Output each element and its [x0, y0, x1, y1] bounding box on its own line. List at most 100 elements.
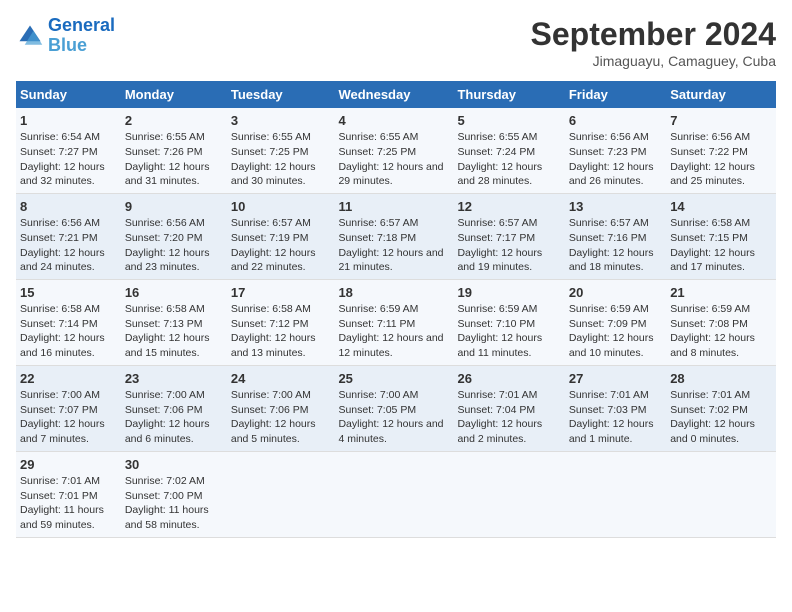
col-header-saturday: Saturday — [666, 81, 776, 108]
day-cell: 6Sunrise: 6:56 AMSunset: 7:23 PMDaylight… — [565, 108, 666, 193]
sunrise-info: Sunrise: 7:01 AMSunset: 7:01 PMDaylight:… — [20, 475, 104, 531]
day-cell: 12Sunrise: 6:57 AMSunset: 7:17 PMDayligh… — [453, 193, 564, 279]
day-number: 14 — [670, 198, 772, 216]
calendar-table: SundayMondayTuesdayWednesdayThursdayFrid… — [16, 81, 776, 538]
col-header-wednesday: Wednesday — [334, 81, 453, 108]
day-number: 7 — [670, 112, 772, 130]
day-cell — [666, 451, 776, 537]
day-cell: 26Sunrise: 7:01 AMSunset: 7:04 PMDayligh… — [453, 365, 564, 451]
day-number: 30 — [125, 456, 223, 474]
day-cell — [334, 451, 453, 537]
day-cell: 2Sunrise: 6:55 AMSunset: 7:26 PMDaylight… — [121, 108, 227, 193]
day-cell: 25Sunrise: 7:00 AMSunset: 7:05 PMDayligh… — [334, 365, 453, 451]
day-number: 17 — [231, 284, 331, 302]
sunrise-info: Sunrise: 6:54 AMSunset: 7:27 PMDaylight:… — [20, 131, 105, 187]
day-number: 15 — [20, 284, 117, 302]
day-cell — [453, 451, 564, 537]
week-row-4: 22Sunrise: 7:00 AMSunset: 7:07 PMDayligh… — [16, 365, 776, 451]
day-number: 18 — [338, 284, 449, 302]
day-number: 26 — [457, 370, 560, 388]
sunrise-info: Sunrise: 7:02 AMSunset: 7:00 PMDaylight:… — [125, 475, 209, 531]
col-header-monday: Monday — [121, 81, 227, 108]
day-cell: 3Sunrise: 6:55 AMSunset: 7:25 PMDaylight… — [227, 108, 335, 193]
day-cell: 20Sunrise: 6:59 AMSunset: 7:09 PMDayligh… — [565, 279, 666, 365]
day-cell: 5Sunrise: 6:55 AMSunset: 7:24 PMDaylight… — [453, 108, 564, 193]
day-number: 13 — [569, 198, 662, 216]
week-row-2: 8Sunrise: 6:56 AMSunset: 7:21 PMDaylight… — [16, 193, 776, 279]
day-cell: 21Sunrise: 6:59 AMSunset: 7:08 PMDayligh… — [666, 279, 776, 365]
day-cell: 30Sunrise: 7:02 AMSunset: 7:00 PMDayligh… — [121, 451, 227, 537]
logo-icon — [16, 22, 44, 50]
sunrise-info: Sunrise: 7:00 AMSunset: 7:06 PMDaylight:… — [125, 389, 210, 445]
sunrise-info: Sunrise: 6:58 AMSunset: 7:12 PMDaylight:… — [231, 303, 316, 359]
day-cell: 7Sunrise: 6:56 AMSunset: 7:22 PMDaylight… — [666, 108, 776, 193]
col-header-tuesday: Tuesday — [227, 81, 335, 108]
day-number: 28 — [670, 370, 772, 388]
sunrise-info: Sunrise: 6:55 AMSunset: 7:25 PMDaylight:… — [338, 131, 443, 187]
day-cell: 18Sunrise: 6:59 AMSunset: 7:11 PMDayligh… — [334, 279, 453, 365]
day-cell: 9Sunrise: 6:56 AMSunset: 7:20 PMDaylight… — [121, 193, 227, 279]
day-cell: 22Sunrise: 7:00 AMSunset: 7:07 PMDayligh… — [16, 365, 121, 451]
day-number: 4 — [338, 112, 449, 130]
day-number: 23 — [125, 370, 223, 388]
day-cell: 1Sunrise: 6:54 AMSunset: 7:27 PMDaylight… — [16, 108, 121, 193]
sunrise-info: Sunrise: 7:00 AMSunset: 7:06 PMDaylight:… — [231, 389, 316, 445]
day-number: 20 — [569, 284, 662, 302]
day-cell: 8Sunrise: 6:56 AMSunset: 7:21 PMDaylight… — [16, 193, 121, 279]
day-number: 25 — [338, 370, 449, 388]
sunrise-info: Sunrise: 6:56 AMSunset: 7:23 PMDaylight:… — [569, 131, 654, 187]
day-cell — [227, 451, 335, 537]
day-cell: 28Sunrise: 7:01 AMSunset: 7:02 PMDayligh… — [666, 365, 776, 451]
sunrise-info: Sunrise: 7:00 AMSunset: 7:07 PMDaylight:… — [20, 389, 105, 445]
day-number: 16 — [125, 284, 223, 302]
day-cell: 11Sunrise: 6:57 AMSunset: 7:18 PMDayligh… — [334, 193, 453, 279]
day-number: 5 — [457, 112, 560, 130]
day-number: 29 — [20, 456, 117, 474]
sunrise-info: Sunrise: 6:57 AMSunset: 7:17 PMDaylight:… — [457, 217, 542, 273]
sunrise-info: Sunrise: 7:00 AMSunset: 7:05 PMDaylight:… — [338, 389, 443, 445]
day-number: 9 — [125, 198, 223, 216]
week-row-1: 1Sunrise: 6:54 AMSunset: 7:27 PMDaylight… — [16, 108, 776, 193]
title-block: September 2024 Jimaguayu, Camaguey, Cuba — [531, 16, 776, 69]
sunrise-info: Sunrise: 6:56 AMSunset: 7:21 PMDaylight:… — [20, 217, 105, 273]
header-row: SundayMondayTuesdayWednesdayThursdayFrid… — [16, 81, 776, 108]
sunrise-info: Sunrise: 6:59 AMSunset: 7:08 PMDaylight:… — [670, 303, 755, 359]
day-cell: 27Sunrise: 7:01 AMSunset: 7:03 PMDayligh… — [565, 365, 666, 451]
day-number: 8 — [20, 198, 117, 216]
sunrise-info: Sunrise: 6:55 AMSunset: 7:24 PMDaylight:… — [457, 131, 542, 187]
col-header-friday: Friday — [565, 81, 666, 108]
day-cell: 13Sunrise: 6:57 AMSunset: 7:16 PMDayligh… — [565, 193, 666, 279]
day-cell — [565, 451, 666, 537]
day-cell: 16Sunrise: 6:58 AMSunset: 7:13 PMDayligh… — [121, 279, 227, 365]
day-number: 27 — [569, 370, 662, 388]
day-cell: 14Sunrise: 6:58 AMSunset: 7:15 PMDayligh… — [666, 193, 776, 279]
sunrise-info: Sunrise: 7:01 AMSunset: 7:02 PMDaylight:… — [670, 389, 755, 445]
day-number: 6 — [569, 112, 662, 130]
week-row-5: 29Sunrise: 7:01 AMSunset: 7:01 PMDayligh… — [16, 451, 776, 537]
sunrise-info: Sunrise: 6:57 AMSunset: 7:19 PMDaylight:… — [231, 217, 316, 273]
sunrise-info: Sunrise: 6:58 AMSunset: 7:15 PMDaylight:… — [670, 217, 755, 273]
sunrise-info: Sunrise: 6:55 AMSunset: 7:25 PMDaylight:… — [231, 131, 316, 187]
day-number: 11 — [338, 198, 449, 216]
day-cell: 29Sunrise: 7:01 AMSunset: 7:01 PMDayligh… — [16, 451, 121, 537]
logo-text: GeneralBlue — [48, 16, 115, 56]
day-number: 22 — [20, 370, 117, 388]
day-cell: 24Sunrise: 7:00 AMSunset: 7:06 PMDayligh… — [227, 365, 335, 451]
day-cell: 15Sunrise: 6:58 AMSunset: 7:14 PMDayligh… — [16, 279, 121, 365]
day-number: 12 — [457, 198, 560, 216]
sunrise-info: Sunrise: 7:01 AMSunset: 7:03 PMDaylight:… — [569, 389, 654, 445]
day-cell: 10Sunrise: 6:57 AMSunset: 7:19 PMDayligh… — [227, 193, 335, 279]
day-cell: 19Sunrise: 6:59 AMSunset: 7:10 PMDayligh… — [453, 279, 564, 365]
day-cell: 23Sunrise: 7:00 AMSunset: 7:06 PMDayligh… — [121, 365, 227, 451]
day-number: 21 — [670, 284, 772, 302]
day-number: 24 — [231, 370, 331, 388]
sunrise-info: Sunrise: 6:55 AMSunset: 7:26 PMDaylight:… — [125, 131, 210, 187]
day-number: 19 — [457, 284, 560, 302]
day-number: 1 — [20, 112, 117, 130]
sunrise-info: Sunrise: 6:57 AMSunset: 7:18 PMDaylight:… — [338, 217, 443, 273]
col-header-thursday: Thursday — [453, 81, 564, 108]
day-number: 2 — [125, 112, 223, 130]
month-title: September 2024 — [531, 16, 776, 53]
sunrise-info: Sunrise: 7:01 AMSunset: 7:04 PMDaylight:… — [457, 389, 542, 445]
sunrise-info: Sunrise: 6:56 AMSunset: 7:20 PMDaylight:… — [125, 217, 210, 273]
